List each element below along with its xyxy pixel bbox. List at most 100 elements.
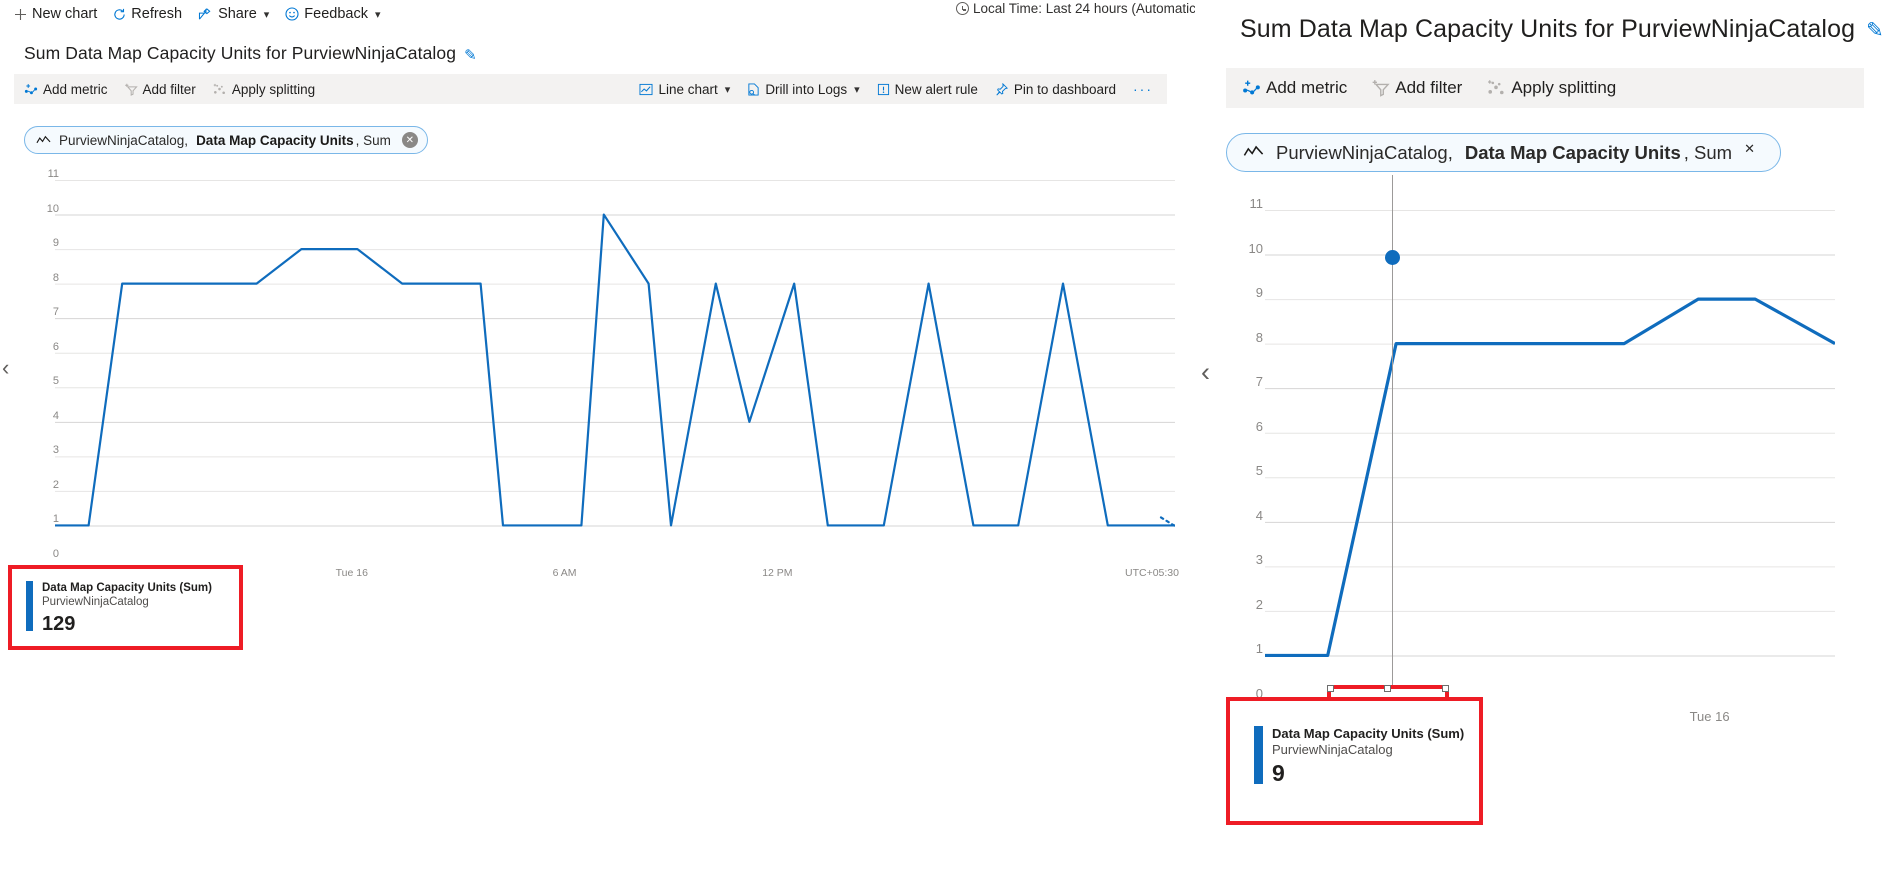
- add-filter-icon: [1371, 79, 1390, 97]
- right-add-metric-label: Add metric: [1266, 78, 1348, 97]
- legend-series-name: Data Map Capacity Units (Sum): [42, 582, 212, 594]
- line-chart-icon: [639, 83, 653, 96]
- chart-type-button[interactable]: Line chart ▾: [639, 82, 730, 97]
- time-range-label: Local Time: Last 24 hours (Automatic): [973, 1, 1201, 16]
- apply-splitting-label: Apply splitting: [231, 81, 316, 97]
- y-tick-label: 7: [52, 306, 59, 319]
- alert-icon: [877, 83, 890, 96]
- drill-into-logs-button[interactable]: Drill into Logs ▾: [747, 81, 860, 97]
- y-tick-label: 11: [1249, 196, 1264, 211]
- left-chart[interactable]: [55, 180, 1175, 560]
- right-panel: Sum Data Map Capacity Units for PurviewN…: [1195, 0, 1892, 874]
- right-add-filter-label: Add filter: [1395, 78, 1463, 97]
- collapse-right-panel-button[interactable]: ‹: [1201, 357, 1210, 388]
- more-icon: ···: [1133, 81, 1153, 97]
- collapse-left-panel-button[interactable]: ‹: [2, 355, 9, 381]
- feedback-button[interactable]: Feedback ▾: [285, 6, 381, 22]
- right-chip-metric: Data Map Capacity Units: [1464, 141, 1681, 163]
- share-button[interactable]: Share ▾: [198, 6, 269, 22]
- apply-splitting-icon: [212, 83, 227, 96]
- legend-value: 129: [42, 613, 76, 635]
- y-tick-label: 8: [1255, 329, 1263, 345]
- chart-type-label: Line chart: [658, 81, 718, 97]
- drill-into-logs-label: Drill into Logs: [765, 81, 848, 97]
- sparkline-icon: [1243, 142, 1264, 163]
- right-legend-value: 9: [1272, 760, 1285, 786]
- chart-toolbar: Add metric Add filter Apply splitting Li…: [14, 74, 1167, 104]
- close-icon[interactable]: ✕: [401, 132, 418, 148]
- pencil-icon[interactable]: ✎: [1866, 18, 1884, 43]
- right-page-title-text: Sum Data Map Capacity Units for PurviewN…: [1240, 15, 1856, 43]
- chevron-down-icon: ▾: [263, 8, 270, 21]
- plus-icon: [14, 8, 27, 21]
- timezone-label: UTC+05:30: [1125, 567, 1179, 579]
- new-alert-rule-label: New alert rule: [894, 81, 978, 97]
- y-tick-label: 5: [52, 375, 59, 388]
- y-tick-label: 3: [52, 444, 59, 457]
- add-metric-label: Add metric: [43, 81, 108, 97]
- y-tick-label: 10: [46, 202, 59, 215]
- y-tick-label: 8: [52, 271, 59, 284]
- command-bar: New chart Refresh Share ▾ Feedback ▾: [14, 0, 381, 28]
- right-add-metric-button[interactable]: Add metric: [1242, 78, 1347, 98]
- refresh-label: Refresh: [131, 6, 183, 22]
- legend-resource-name: PurviewNinjaCatalog: [42, 596, 149, 608]
- page-title: Sum Data Map Capacity Units for PurviewN…: [24, 43, 477, 64]
- share-label: Share: [218, 6, 257, 22]
- y-tick-label: 6: [52, 340, 59, 353]
- add-filter-label: Add filter: [142, 81, 196, 97]
- right-legend-series-name: Data Map Capacity Units (Sum): [1272, 726, 1465, 741]
- y-tick-label: 9: [1255, 285, 1263, 301]
- more-options-button[interactable]: ···: [1133, 81, 1153, 97]
- pin-to-dashboard-button[interactable]: Pin to dashboard: [995, 82, 1116, 97]
- right-chart[interactable]: [1265, 210, 1835, 700]
- time-range-picker[interactable]: Local Time: Last 24 hours (Automatic): [956, 1, 1200, 16]
- new-chart-button[interactable]: New chart: [14, 6, 97, 22]
- y-tick-label: 0: [52, 548, 59, 560]
- pin-to-dashboard-label: Pin to dashboard: [1013, 81, 1116, 97]
- right-legend-resource-name: PurviewNinjaCatalog: [1272, 742, 1393, 757]
- y-tick-label: 6: [1255, 418, 1263, 434]
- clock-icon: [956, 2, 969, 15]
- sparkline-icon: [36, 133, 51, 148]
- x-tick-label: 6 AM: [552, 567, 577, 579]
- right-apply-splitting-button[interactable]: Apply splitting: [1486, 78, 1616, 98]
- right-chip-aggregation: , Sum: [1683, 141, 1733, 163]
- x-tick-label: Tue 16: [1689, 709, 1730, 724]
- right-add-filter-button[interactable]: Add filter: [1371, 78, 1462, 98]
- y-tick-label: 2: [1255, 596, 1263, 612]
- close-icon[interactable]: ✕: [1744, 141, 1767, 164]
- chevron-down-icon: ▾: [374, 8, 381, 21]
- smiley-icon: [285, 7, 299, 21]
- add-metric-button[interactable]: Add metric: [24, 82, 108, 97]
- drill-logs-icon: [747, 82, 760, 96]
- add-filter-button[interactable]: Add filter: [124, 82, 196, 97]
- pencil-icon[interactable]: ✎: [464, 46, 477, 64]
- page-title-text: Sum Data Map Capacity Units for PurviewN…: [24, 43, 457, 63]
- metric-chip[interactable]: PurviewNinjaCatalog, Data Map Capacity U…: [24, 126, 428, 154]
- hover-data-point: [1385, 250, 1400, 265]
- apply-splitting-button[interactable]: Apply splitting: [212, 82, 315, 97]
- selection-handle[interactable]: [1327, 685, 1334, 692]
- right-metric-chip[interactable]: PurviewNinjaCatalog, Data Map Capacity U…: [1226, 133, 1782, 172]
- chevron-down-icon: ▾: [854, 83, 860, 96]
- y-tick-label: 5: [1255, 463, 1263, 479]
- selection-handle[interactable]: [1442, 685, 1449, 692]
- new-chart-label: New chart: [32, 6, 98, 22]
- y-tick-label: 3: [1255, 552, 1263, 568]
- add-metric-icon: [1242, 79, 1261, 97]
- y-tick-label: 4: [52, 409, 59, 422]
- pin-icon: [995, 82, 1009, 96]
- add-metric-icon: [24, 83, 38, 96]
- new-alert-rule-button[interactable]: New alert rule: [877, 82, 978, 97]
- legend-color-swatch: [26, 581, 33, 631]
- y-tick-label: 4: [1255, 507, 1263, 523]
- right-chart-legend-highlight: Data Map Capacity Units (Sum) PurviewNin…: [1226, 697, 1483, 825]
- y-tick-label: 11: [47, 168, 59, 180]
- refresh-button[interactable]: Refresh: [113, 6, 182, 22]
- metric-chip-resource: PurviewNinjaCatalog,: [59, 132, 189, 148]
- add-filter-icon: [124, 83, 138, 96]
- y-tick-label: 10: [1248, 240, 1263, 256]
- selection-handle[interactable]: [1384, 685, 1391, 692]
- right-chart-toolbar: Add metric Add filter Apply splitting: [1226, 68, 1864, 108]
